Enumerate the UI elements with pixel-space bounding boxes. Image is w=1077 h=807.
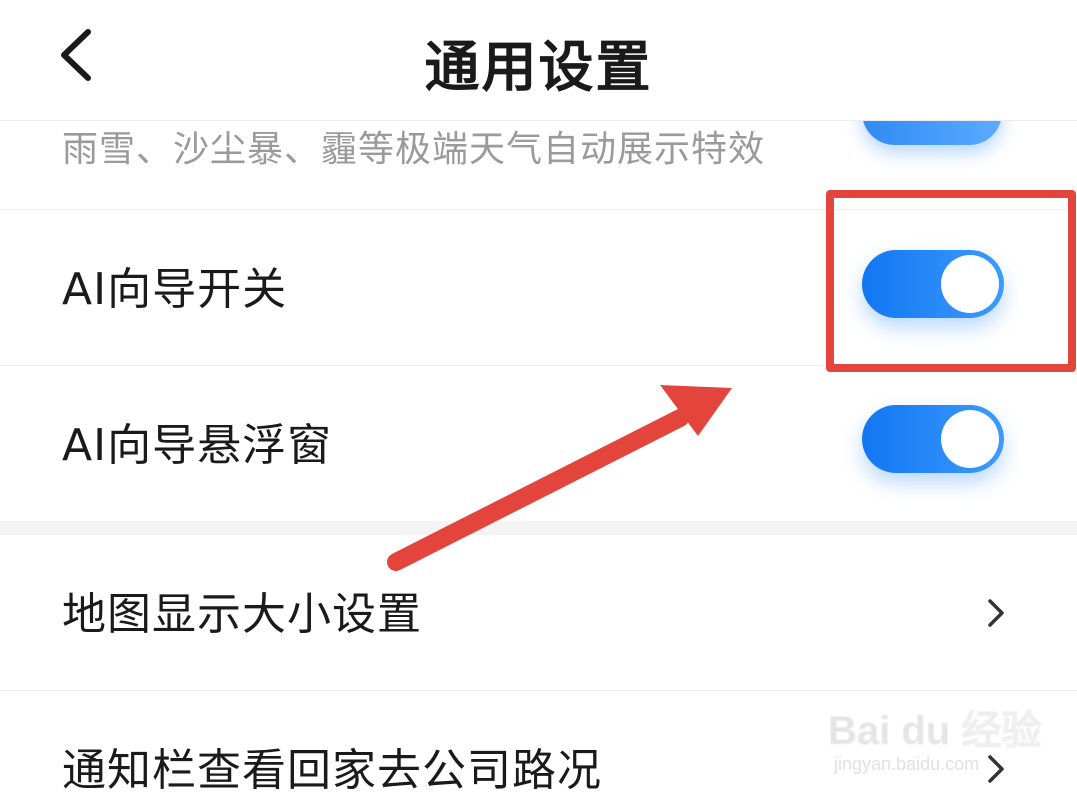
watermark-url: jingyan.baidu.com: [834, 754, 980, 774]
page-title: 通用设置: [424, 35, 653, 99]
map-size-label: 地图显示大小设置: [62, 589, 422, 640]
ai-guide-float-toggle[interactable]: [862, 405, 1004, 473]
section-divider: [0, 521, 1077, 535]
chevron-right-icon: [988, 599, 1004, 627]
settings-screen: 雨雪、沙尘暴、霾等极端天气自动展示特效 通用设置 AI向导开关 AI向导悬浮窗 …: [0, 0, 1077, 807]
ai-guide-float-label: AI向导悬浮窗: [62, 420, 333, 471]
notify-traffic-label: 通知栏查看回家去公司路况: [62, 745, 602, 796]
watermark-brand: Bai du 经验: [827, 709, 1042, 754]
ai-guide-switch-label: AI向导开关: [62, 264, 288, 315]
toggle-knob: [941, 410, 999, 468]
map-size-row[interactable]: 地图显示大小设置: [0, 535, 1077, 691]
annotation-highlight-box: [826, 190, 1076, 372]
baidu-watermark: Bai du 经验 jingyan.baidu.com: [827, 690, 1048, 800]
weather-effects-description: 雨雪、沙尘暴、霾等极端天气自动展示特效: [62, 129, 766, 170]
ai-guide-float-row: AI向导悬浮窗: [0, 366, 1077, 521]
top-nav-bar: 通用设置: [0, 0, 1077, 121]
